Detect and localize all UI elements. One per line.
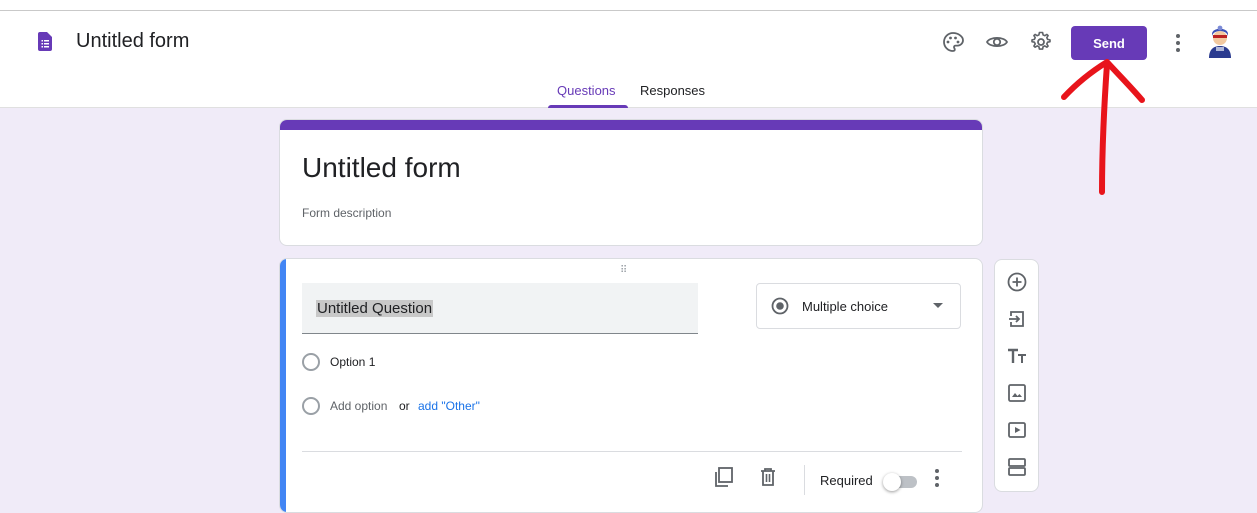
- tabs-bar: Questions Responses: [0, 70, 1257, 108]
- question-more-icon[interactable]: [930, 467, 944, 489]
- drag-handle-icon[interactable]: ⠿: [620, 265, 628, 276]
- add-image-icon[interactable]: [1006, 382, 1028, 404]
- trash-icon[interactable]: [757, 466, 779, 488]
- add-video-icon[interactable]: [1006, 419, 1028, 441]
- or-text: or: [399, 399, 410, 413]
- form-title-card[interactable]: Untitled form Form description: [279, 119, 983, 246]
- form-description[interactable]: Form description: [302, 206, 391, 220]
- add-option-link[interactable]: Add option: [330, 399, 387, 413]
- forms-doc-icon[interactable]: [38, 32, 52, 51]
- radio-button-checked-icon: [771, 297, 789, 315]
- required-label: Required: [820, 473, 873, 488]
- duplicate-icon[interactable]: [713, 466, 735, 488]
- toggle-knob: [883, 473, 901, 491]
- add-section-icon[interactable]: [1006, 456, 1028, 478]
- import-questions-icon[interactable]: [1006, 308, 1028, 330]
- question-title-input[interactable]: Untitled Question: [302, 283, 698, 334]
- eye-icon[interactable]: [985, 30, 1009, 54]
- question-card[interactable]: ⠿ Untitled Question Multiple choice Opti…: [279, 258, 983, 513]
- option-label[interactable]: Option 1: [330, 355, 375, 369]
- palette-icon[interactable]: [941, 30, 965, 54]
- question-title-text: Untitled Question: [316, 300, 434, 317]
- tab-questions[interactable]: Questions: [557, 83, 616, 98]
- question-card-accent: [280, 259, 286, 512]
- form-canvas: Untitled form Form description ⠿ Untitle…: [0, 108, 1257, 513]
- tab-responses[interactable]: Responses: [640, 83, 705, 98]
- gear-icon[interactable]: [1029, 30, 1053, 54]
- required-toggle[interactable]: [883, 473, 917, 491]
- avatar[interactable]: [1205, 25, 1235, 59]
- question-type-dropdown[interactable]: Multiple choice: [756, 283, 961, 329]
- radio-circle-icon: [302, 397, 320, 415]
- title-card-accent: [280, 120, 982, 130]
- add-question-icon[interactable]: [1006, 271, 1028, 293]
- option-row[interactable]: Option 1: [302, 353, 502, 373]
- question-type-label: Multiple choice: [802, 299, 888, 314]
- add-title-icon[interactable]: [1006, 345, 1028, 367]
- app-title[interactable]: Untitled form: [76, 30, 189, 53]
- window-top-border: [0, 0, 1257, 11]
- send-button[interactable]: Send: [1071, 26, 1147, 60]
- card-divider: [302, 451, 962, 452]
- radio-circle-icon: [302, 353, 320, 371]
- chevron-down-icon: [933, 303, 943, 308]
- footer-separator: [804, 465, 805, 495]
- add-option-row: Add option or add "Other": [302, 397, 562, 417]
- more-vert-icon[interactable]: [1168, 31, 1188, 55]
- form-title[interactable]: Untitled form: [302, 152, 461, 184]
- side-toolbar: [994, 259, 1039, 492]
- add-other-link[interactable]: add "Other": [418, 399, 480, 413]
